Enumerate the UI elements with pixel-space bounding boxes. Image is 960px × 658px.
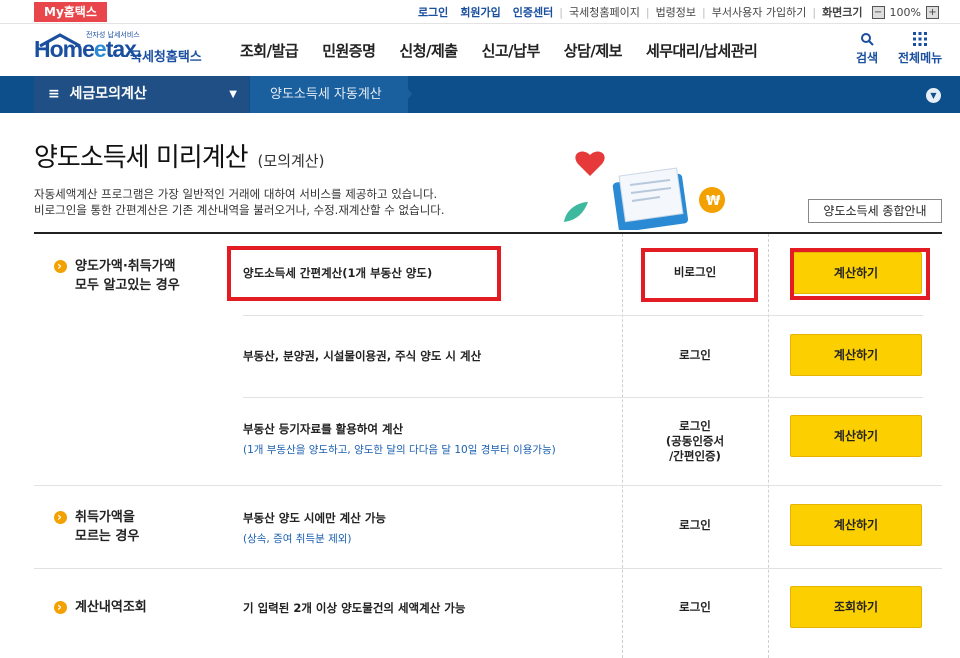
dept-user-signup-link[interactable]: 부서사용자 가입하기 xyxy=(706,4,813,20)
screen-size-label: 화면크기 xyxy=(822,6,863,19)
menu-consult-report[interactable]: 상담/제보 xyxy=(564,40,623,61)
page-title: 양도소득세 미리계산 (모의계산) xyxy=(34,143,325,173)
top-links: 로그인 회원가입 인증센터 | 국세청홈페이지 | 법령정보 | 부서사용자 가… xyxy=(412,0,942,24)
cgt-guide-button[interactable]: 양도소득세 종합안내 xyxy=(808,199,942,223)
signup-link[interactable]: 회원가입 xyxy=(454,4,506,20)
section-divider xyxy=(34,568,942,569)
breadcrumb-arrow xyxy=(398,76,412,112)
section-unknown-acquisition: 취득가액을 모르는 경우 xyxy=(54,508,139,546)
hometax-logo[interactable]: 전자성 납세서비스 Homeetax. 국세청홈택스 xyxy=(34,30,209,70)
all-menu-label: 전체메뉴 xyxy=(898,51,943,65)
row-registry-calc-item: 부동산 등기자료를 활용하여 계산 (1개 부동산을 양도하고, 양도한 달의 … xyxy=(243,422,556,456)
property-calc-button[interactable]: 계산하기 xyxy=(790,334,922,376)
hamburger-icon: ≡ xyxy=(48,86,60,102)
table-top-border xyxy=(34,232,942,234)
arrow-bullet-icon xyxy=(54,508,67,527)
cert-center-link[interactable]: 인증센터 xyxy=(507,4,559,20)
grid-icon xyxy=(913,32,928,46)
row-property-calc-login: 로그인 xyxy=(679,348,711,362)
section-divider xyxy=(34,485,942,486)
svg-text:₩: ₩ xyxy=(706,194,721,209)
all-menu-button[interactable]: 전체메뉴 xyxy=(898,32,942,66)
global-nav: 조회/발급 민원증명 신청/제출 신고/납부 상담/제보 세무대리/납세관리 xyxy=(228,24,769,76)
category-label: 세금모의계산 xyxy=(69,86,147,102)
row-divider xyxy=(243,397,923,398)
row-divider xyxy=(243,315,923,316)
row-registry-note: (1개 부동산을 양도하고, 양도한 달의 다다음 달 10일 경부터 이용가능… xyxy=(243,444,556,456)
arrow-bullet-icon xyxy=(54,598,67,617)
menu-tax-agent[interactable]: 세무대리/납세관리 xyxy=(646,40,758,61)
location-bar: ≡ 세금모의계산 ▼ 양도소득세 자동계산 ▼ xyxy=(0,76,960,113)
section-known-prices: 양도가액·취득가액 모두 알고있는 경우 xyxy=(54,257,180,295)
top-utility-bar: My홈택스 로그인 회원가입 인증센터 | 국세청홈페이지 | 법령정보 | 부… xyxy=(0,0,960,24)
description-line-2: 비로그인을 통한 간편계산은 기존 계산내역을 불러오거나, 수정.재계산할 수… xyxy=(34,203,445,217)
logo-korean: 국세청홈택스 xyxy=(130,50,202,65)
highlight-box-login xyxy=(641,248,758,302)
menu-apply-submit[interactable]: 신청/제출 xyxy=(399,40,458,61)
row-history-login: 로그인 xyxy=(679,600,711,614)
menu-report-pay[interactable]: 신고/납부 xyxy=(482,40,541,61)
search-button[interactable]: 검색 xyxy=(856,32,878,66)
logo-wordmark: Homeetax. xyxy=(34,36,142,62)
row-history-item: 기 입력된 2개 이상 양도물건의 세액계산 가능 xyxy=(243,601,466,615)
main-header: 전자성 납세서비스 Homeetax. 국세청홈택스 조회/발급 민원증명 신청… xyxy=(0,24,960,76)
law-info-link[interactable]: 법령정보 xyxy=(650,4,702,20)
zoom-in-icon[interactable]: + xyxy=(926,5,939,19)
highlight-box-button xyxy=(790,248,930,300)
highlight-box-item xyxy=(227,246,501,301)
my-hometax-button[interactable]: My홈택스 xyxy=(34,2,107,22)
menu-inquiry-issue[interactable]: 조회/발급 xyxy=(240,40,299,61)
nts-homepage-link[interactable]: 국세청홈페이지 xyxy=(563,4,646,20)
chevron-down-icon[interactable]: ▼ xyxy=(926,88,941,103)
history-inquiry-button[interactable]: 조회하기 xyxy=(790,586,922,628)
category-dropdown[interactable]: ≡ 세금모의계산 ▼ xyxy=(34,76,249,113)
column-divider xyxy=(768,234,769,658)
row-unknown-calc-login: 로그인 xyxy=(679,518,711,532)
row-registry-calc-login: 로그인 (공동인증서 /간편인증) xyxy=(665,419,725,463)
registry-calc-button[interactable]: 계산하기 xyxy=(790,415,922,457)
section-history-inquiry: 계산내역조회 xyxy=(54,598,147,617)
unknown-calc-button[interactable]: 계산하기 xyxy=(790,504,922,546)
calculation-illustration: ₩ xyxy=(564,151,725,230)
search-icon xyxy=(861,33,874,46)
column-divider xyxy=(622,234,623,658)
zoom-level: 100% xyxy=(889,5,921,19)
row-unknown-note: (상속, 증여 취득분 제외) xyxy=(243,533,352,545)
row-property-calc-item: 부동산, 분양권, 시설물이용권, 주식 양도 시 계산 xyxy=(243,349,482,363)
page-description: 자동세액계산 프로그램은 가장 일반적인 거래에 대하여 서비스를 제공하고 있… xyxy=(34,186,445,218)
login-link[interactable]: 로그인 xyxy=(412,4,454,20)
row-unknown-calc-item: 부동산 양도 시에만 계산 가능 (상속, 증여 취득분 제외) xyxy=(243,511,386,545)
subpage-dropdown[interactable]: 양도소득세 자동계산 xyxy=(250,76,408,113)
arrow-bullet-icon xyxy=(54,257,67,276)
description-line-1: 자동세액계산 프로그램은 가장 일반적인 거래에 대하여 서비스를 제공하고 있… xyxy=(34,187,438,201)
menu-civil-cert[interactable]: 민원증명 xyxy=(322,40,376,61)
caret-down-icon: ▼ xyxy=(229,89,237,100)
page-subtitle: (모의계산) xyxy=(257,152,325,170)
search-label: 검색 xyxy=(856,51,879,65)
zoom-out-icon[interactable]: − xyxy=(871,5,885,19)
